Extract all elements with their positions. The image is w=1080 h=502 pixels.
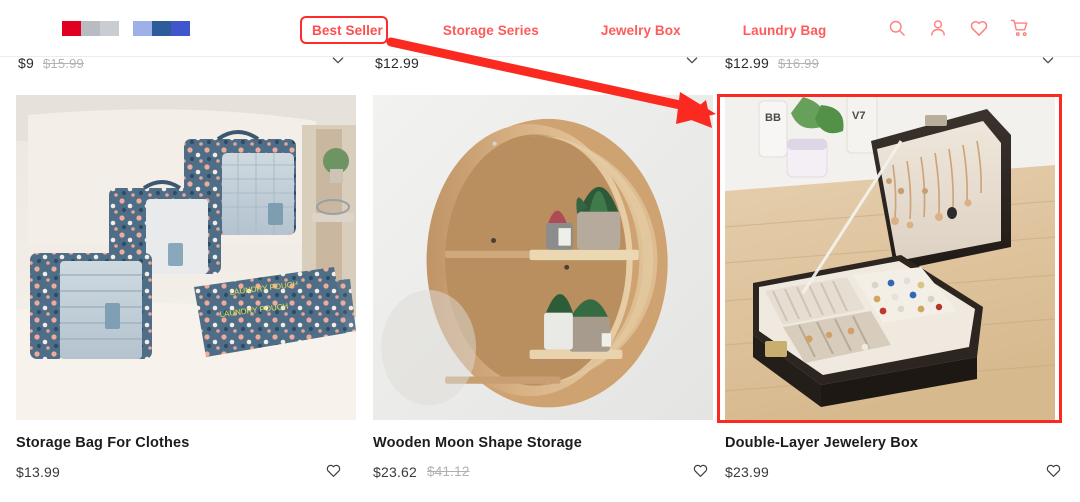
product-price-row: $13.99 bbox=[16, 463, 356, 481]
clipped-price-old-1: $15.99 bbox=[42, 57, 84, 71]
swatch-2-1[interactable] bbox=[133, 21, 152, 36]
nav-item-laundry-bag[interactable]: Laundry Bag bbox=[731, 16, 839, 45]
product-title: Double-Layer Jewelery Box bbox=[725, 435, 919, 451]
heart-outline-icon[interactable] bbox=[325, 462, 342, 479]
clipped-price-cell-1: $9 $15.99 bbox=[18, 57, 84, 78]
chevron-down-icon-3[interactable] bbox=[1040, 57, 1056, 68]
clipped-previous-row: $9 $15.99 $12.99 $12.99 $16.99 bbox=[0, 57, 1080, 78]
clipped-price-cell-3: $12.99 $16.99 bbox=[725, 57, 819, 78]
chevron-down-icon-2[interactable] bbox=[684, 57, 700, 68]
product-price-row: $23.62 $41.12 bbox=[373, 463, 713, 481]
main-navigation: Best Seller Storage Series Jewelry Box L… bbox=[300, 16, 838, 45]
product-price: $13.99 bbox=[16, 463, 61, 480]
clipped-price-1: $9 bbox=[18, 57, 34, 71]
product-listing-page: Best Seller Storage Series Jewelry Box L… bbox=[0, 0, 1080, 502]
color-swatch-groups bbox=[62, 21, 190, 36]
product-image-storage-bag[interactable]: LAUNDRY POUCH LAUNDRY POUCH bbox=[16, 95, 356, 420]
swatch-2-2[interactable] bbox=[152, 21, 171, 36]
clipped-price-3: $12.99 bbox=[725, 57, 770, 71]
swatch-1-2[interactable] bbox=[81, 21, 100, 36]
swatch-group-1[interactable] bbox=[62, 21, 119, 36]
svg-text:V7: V7 bbox=[852, 110, 865, 122]
shopping-cart-icon[interactable] bbox=[1010, 18, 1030, 38]
product-price: $23.62 bbox=[373, 463, 418, 480]
nav-item-best-seller[interactable]: Best Seller bbox=[300, 16, 395, 45]
swatch-2-3[interactable] bbox=[171, 21, 190, 36]
account-icon[interactable] bbox=[928, 18, 948, 38]
swatch-group-2[interactable] bbox=[133, 21, 190, 36]
product-card-wooden-moon[interactable]: Wooden Moon Shape Storage $23.62 $41.12 bbox=[373, 95, 713, 481]
product-card-storage-bag[interactable]: LAUNDRY POUCH LAUNDRY POUCH Storage Bag … bbox=[16, 95, 356, 481]
product-price-original: $41.12 bbox=[427, 464, 470, 480]
product-grid: LAUNDRY POUCH LAUNDRY POUCH Storage Bag … bbox=[0, 95, 1080, 502]
svg-text:BB: BB bbox=[765, 112, 781, 124]
nav-item-storage-series[interactable]: Storage Series bbox=[431, 16, 551, 45]
heart-outline-icon[interactable] bbox=[692, 462, 709, 479]
product-title: Storage Bag For Clothes bbox=[16, 435, 190, 451]
heart-outline-icon[interactable] bbox=[1045, 462, 1062, 479]
clipped-price-old-3: $16.99 bbox=[778, 57, 819, 71]
clipped-price-cell-2: $12.99 bbox=[375, 57, 419, 78]
product-price-row: $23.99 bbox=[725, 463, 1061, 481]
wishlist-heart-icon[interactable] bbox=[969, 18, 989, 38]
product-title: Wooden Moon Shape Storage bbox=[373, 435, 582, 451]
nav-item-jewelry-box[interactable]: Jewelry Box bbox=[589, 16, 693, 45]
product-image-jewelery-box[interactable]: BB V7 bbox=[725, 95, 1055, 420]
swatch-1-1[interactable] bbox=[62, 21, 81, 36]
site-header: Best Seller Storage Series Jewelry Box L… bbox=[0, 0, 1080, 57]
swatch-1-3[interactable] bbox=[100, 21, 119, 36]
product-price: $23.99 bbox=[725, 463, 770, 480]
header-icon-bar bbox=[887, 18, 1030, 38]
product-card-jewelery-box[interactable]: BB V7 Double-Layer Jewelery Box $23.99 bbox=[725, 95, 1061, 481]
chevron-down-icon-1[interactable] bbox=[330, 57, 346, 68]
product-image-wooden-moon[interactable] bbox=[373, 95, 713, 420]
search-icon[interactable] bbox=[887, 18, 907, 38]
clipped-price-2: $12.99 bbox=[375, 57, 420, 71]
